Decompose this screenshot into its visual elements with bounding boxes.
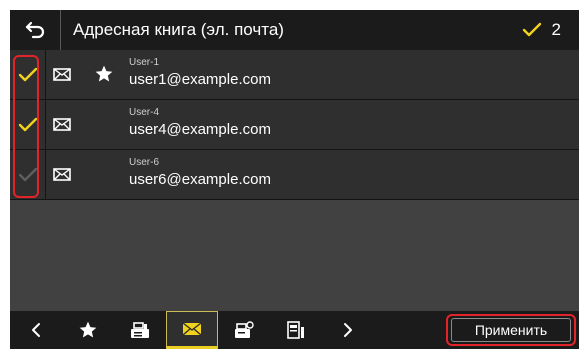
apply-button[interactable]: Применить (451, 318, 571, 342)
address-list: User-1 user1@example.com User-4 user4@ex… (10, 50, 579, 200)
i-fax-icon (235, 321, 254, 338)
tab-email[interactable] (166, 311, 218, 349)
favorite-star-icon (95, 65, 113, 82)
tab-favorites[interactable] (62, 311, 114, 349)
checkbox[interactable] (10, 50, 46, 100)
checkmark-icon (18, 117, 37, 132)
tab-i-fax[interactable] (218, 311, 270, 349)
address-book-screen: Адресная книга (эл. почта) 2 User-1 user… (10, 10, 579, 349)
chevron-right-icon (344, 323, 352, 337)
selected-count-value: 2 (551, 20, 561, 39)
list-item[interactable]: User-6 user6@example.com (10, 150, 579, 200)
tab-file-server[interactable] (270, 311, 322, 349)
entry-email: user1@example.com (129, 71, 271, 88)
header-bar: Адресная книга (эл. почта) 2 (10, 10, 579, 50)
chevron-left-icon (32, 323, 40, 337)
fax-icon (131, 322, 149, 338)
back-button[interactable] (10, 10, 61, 50)
checkmark-icon (522, 22, 541, 37)
back-arrow-icon (25, 21, 45, 39)
mail-icon (53, 118, 71, 131)
file-server-icon (287, 321, 304, 339)
checkmark-icon (18, 67, 37, 82)
entry-email: user4@example.com (129, 121, 271, 138)
checkmark-icon (18, 167, 37, 182)
prev-page-button[interactable] (10, 311, 62, 349)
checkbox[interactable] (10, 150, 46, 200)
mail-icon (182, 322, 202, 336)
entry-name: User-6 (129, 157, 160, 168)
list-item[interactable]: User-4 user4@example.com (10, 100, 579, 150)
mail-icon (53, 68, 71, 81)
page-title: Адресная книга (эл. почта) (73, 20, 284, 39)
checkbox[interactable] (10, 100, 46, 150)
apply-button-highlight: Применить (446, 314, 576, 346)
entry-name: User-4 (129, 107, 160, 118)
list-item[interactable]: User-1 user1@example.com (10, 50, 579, 100)
next-page-button[interactable] (322, 311, 374, 349)
selected-count: 2 (522, 20, 579, 40)
bottom-toolbar: Применить (10, 311, 579, 349)
mail-icon (53, 168, 71, 181)
tab-fax[interactable] (114, 311, 166, 349)
entry-email: user6@example.com (129, 171, 271, 188)
star-icon (79, 321, 97, 338)
entry-name: User-1 (129, 57, 160, 68)
